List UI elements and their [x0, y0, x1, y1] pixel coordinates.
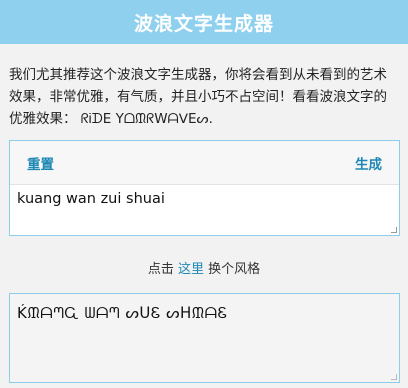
output-value: ḰᙢᗩᘉᏩ ᗯᗩᘉ ᔕᑌᏋ ᔕᕼᙢᗩᏋ: [17, 304, 228, 322]
resize-handle-icon[interactable]: [391, 227, 397, 233]
page-title: 波浪文字生成器: [133, 12, 274, 35]
generate-button[interactable]: 生成: [355, 153, 382, 173]
reset-button[interactable]: 重置: [27, 153, 54, 173]
style-switch-row: 点击 这里 换个风格: [0, 258, 408, 277]
app-header: 波浪文字生成器: [0, 0, 408, 44]
style-switch-prefix: 点击: [147, 262, 174, 277]
change-style-link[interactable]: 这里: [178, 262, 204, 277]
text-input-value: kuang wan zui shuai: [17, 191, 165, 207]
resize-handle-icon[interactable]: [391, 374, 397, 380]
panel-toolbar: 重置 生成: [10, 141, 399, 185]
text-input[interactable]: kuang wan zui shuai: [10, 185, 399, 235]
input-panel: 重置 生成 kuang wan zui shuai: [9, 140, 400, 236]
style-switch-suffix: 换个风格: [208, 262, 261, 277]
output-textarea[interactable]: ḰᙢᗩᘉᏩ ᗯᗩᘉ ᔕᑌᏋ ᔕᕼᙢᗩᏋ: [9, 293, 400, 383]
